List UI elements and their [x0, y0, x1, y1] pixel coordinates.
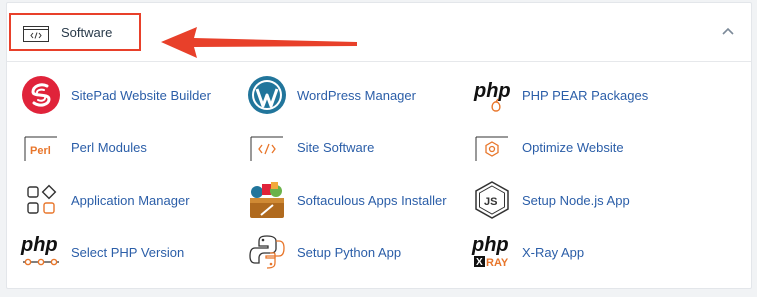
software-panel: Software SitePad Website Builder WordPre…	[6, 2, 752, 289]
item-label[interactable]: SitePad Website Builder	[71, 88, 211, 103]
perl-icon: Perl	[19, 125, 63, 169]
item-optimize-website[interactable]: Optimize Website	[470, 125, 624, 169]
item-perl-modules[interactable]: Perl Perl Modules	[19, 125, 147, 169]
arrow-left-icon	[161, 27, 357, 58]
site-software-icon	[245, 125, 289, 169]
item-label[interactable]: Application Manager	[71, 193, 190, 208]
item-label[interactable]: Select PHP Version	[71, 245, 184, 260]
xray-icon: php X RAY	[470, 230, 514, 274]
item-sitepad-website-builder[interactable]: SitePad Website Builder	[19, 73, 211, 117]
sitepad-icon	[19, 73, 63, 117]
nodejs-icon: JS	[470, 178, 514, 222]
svg-text:php: php	[471, 234, 509, 256]
item-label[interactable]: X-Ray App	[522, 245, 584, 260]
wordpress-icon	[245, 73, 289, 117]
item-label[interactable]: Site Software	[297, 140, 374, 155]
item-site-software[interactable]: Site Software	[245, 125, 374, 169]
svg-text:X: X	[476, 257, 483, 268]
item-label[interactable]: Optimize Website	[522, 140, 624, 155]
svg-text:php: php	[473, 80, 511, 102]
item-label[interactable]: Setup Node.js App	[522, 193, 630, 208]
item-label[interactable]: Softaculous Apps Installer	[297, 193, 447, 208]
svg-text:Perl: Perl	[30, 145, 51, 157]
code-window-icon	[23, 26, 49, 42]
item-label[interactable]: PHP PEAR Packages	[522, 88, 648, 103]
php-pear-icon: php	[470, 73, 514, 117]
chevron-up-icon[interactable]	[720, 24, 736, 38]
section-title: Software	[61, 25, 113, 40]
application-manager-icon	[19, 178, 63, 222]
item-php-pear-packages[interactable]: php PHP PEAR Packages	[470, 73, 648, 117]
svg-text:php: php	[20, 234, 58, 256]
item-label[interactable]: Setup Python App	[297, 245, 401, 260]
section-header[interactable]: Software	[7, 3, 751, 62]
optimize-website-icon	[470, 125, 514, 169]
python-icon	[245, 230, 289, 274]
item-xray-app[interactable]: php X RAY X-Ray App	[470, 230, 584, 274]
item-select-php-version[interactable]: php Select PHP Version	[19, 230, 184, 274]
softaculous-icon	[245, 178, 289, 222]
item-setup-python-app[interactable]: Setup Python App	[245, 230, 401, 274]
item-application-manager[interactable]: Application Manager	[19, 178, 190, 222]
select-php-version-icon: php	[19, 230, 63, 274]
item-wordpress-manager[interactable]: WordPress Manager	[245, 73, 416, 117]
item-label[interactable]: Perl Modules	[71, 140, 147, 155]
item-label[interactable]: WordPress Manager	[297, 88, 416, 103]
svg-text:JS: JS	[484, 196, 497, 208]
svg-text:RAY: RAY	[486, 257, 509, 269]
section-title-highlight[interactable]: Software	[9, 13, 141, 51]
item-softaculous-apps-installer[interactable]: Softaculous Apps Installer	[245, 178, 447, 222]
item-setup-nodejs-app[interactable]: JS Setup Node.js App	[470, 178, 630, 222]
